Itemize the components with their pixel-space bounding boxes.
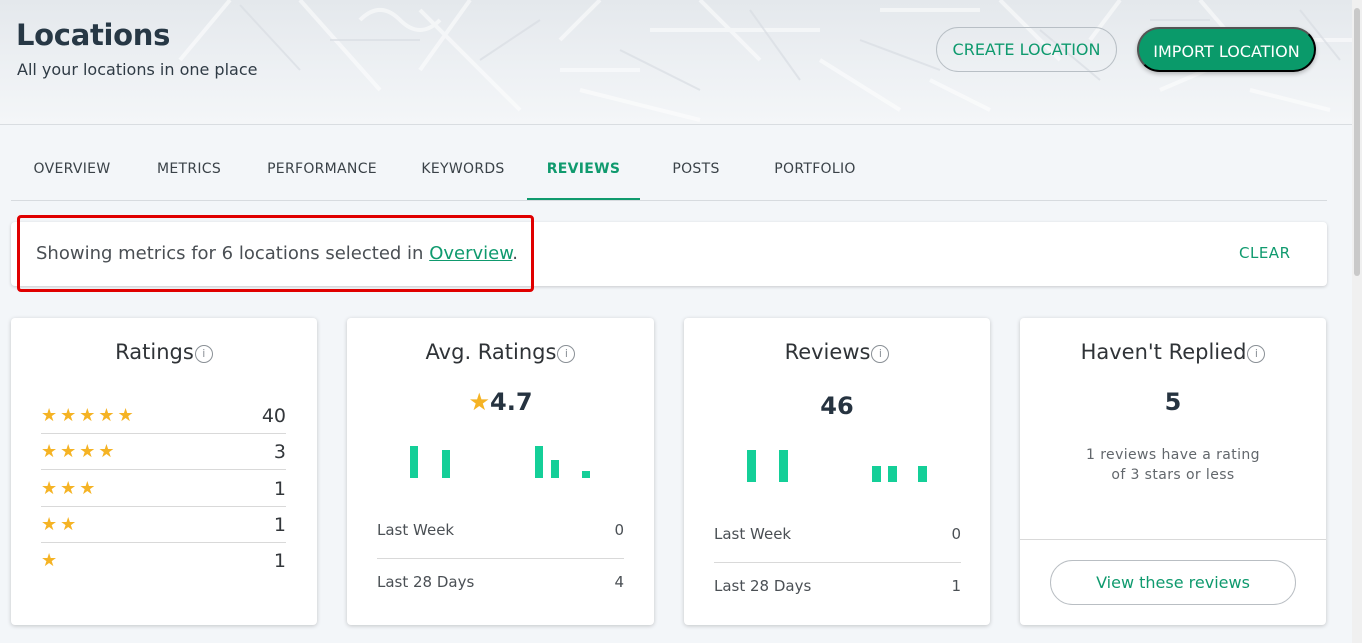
- last-28-days-value: 4: [614, 573, 624, 591]
- reviews-card: Reviews i 46 Last Week 0 Last 28 Days 1: [684, 318, 990, 625]
- highlight-box: [17, 215, 534, 292]
- havent-replied-card: Haven't Replied i 5 1 reviews have a rati…: [1020, 318, 1326, 625]
- info-icon[interactable]: i: [557, 345, 576, 363]
- tab-reviews[interactable]: REVIEWS: [527, 139, 640, 200]
- star-icon: ★★★★: [41, 441, 118, 462]
- star-icon: ★★★: [41, 478, 99, 499]
- reviews-title: Reviews i: [684, 340, 990, 364]
- rating-count: 1: [273, 550, 286, 572]
- sparkline-bar: [442, 450, 450, 478]
- avg-ratings-card: Avg. Ratings i ★4.7 Last Week 0 Last 28 D…: [347, 318, 654, 625]
- sparkline-bar: [918, 466, 927, 482]
- star-icon: ★★★★★: [41, 405, 137, 426]
- rating-row-1: ★ 1: [41, 543, 286, 579]
- scrollbar-thumb[interactable]: [1354, 8, 1360, 276]
- tab-portfolio[interactable]: PORTFOLIO: [752, 139, 878, 200]
- sparkline-bar: [582, 471, 590, 478]
- last-28-days-row: Last 28 Days 4: [377, 559, 624, 611]
- view-these-reviews-button[interactable]: View these reviews: [1050, 560, 1296, 605]
- card-divider: [1020, 539, 1326, 540]
- avg-ratings-title: Avg. Ratings i: [347, 340, 654, 364]
- reviews-value: 46: [820, 392, 854, 420]
- last-week-value: 0: [614, 521, 624, 539]
- star-icon: ★: [468, 388, 490, 416]
- rating-row-5: ★★★★★ 40: [41, 398, 286, 434]
- sparkline-bar: [872, 466, 881, 482]
- tab-posts[interactable]: POSTS: [640, 139, 752, 200]
- info-icon[interactable]: i: [194, 345, 213, 363]
- rating-row-3: ★★★ 1: [41, 471, 286, 507]
- sparkline-bar: [551, 460, 559, 478]
- last-week-row: Last Week 0: [714, 511, 961, 563]
- rating-count: 1: [273, 478, 286, 500]
- last-week-value: 0: [951, 525, 961, 543]
- sparkline-bar: [747, 450, 756, 482]
- tab-metrics[interactable]: METRICS: [133, 139, 245, 200]
- sparkline-bar: [779, 450, 788, 482]
- havent-replied-value: 5: [1164, 388, 1182, 416]
- ratings-title: Ratings i: [11, 340, 317, 364]
- last-28-days-label: Last 28 Days: [377, 573, 475, 591]
- last-28-days-value: 1: [951, 577, 961, 595]
- tab-keywords[interactable]: KEYWORDS: [399, 139, 527, 200]
- sparkline-bar: [410, 446, 418, 478]
- clear-button[interactable]: CLEAR: [1239, 244, 1291, 262]
- last-28-days-row: Last 28 Days 1: [714, 563, 961, 615]
- ratings-card: Ratings i ★★★★★ 40 ★★★★ 3 ★★★ 1 ★★ 1 ★ 1: [11, 318, 317, 625]
- rating-row-4: ★★★★ 3: [41, 434, 286, 470]
- avg-rating-value: ★4.7: [468, 388, 533, 416]
- info-icon[interactable]: i: [871, 345, 890, 363]
- sparkline-bar: [535, 446, 543, 478]
- last-week-row: Last Week 0: [377, 507, 624, 559]
- page-header: Locations All your locations in one plac…: [0, 0, 1352, 125]
- rating-row-2: ★★ 1: [41, 507, 286, 543]
- tab-performance[interactable]: PERFORMANCE: [245, 139, 399, 200]
- info-icon[interactable]: i: [1247, 345, 1266, 363]
- havent-replied-title: Haven't Replied i: [1020, 340, 1326, 364]
- rating-count: 1: [273, 514, 286, 536]
- rating-count: 3: [273, 441, 286, 463]
- import-location-button[interactable]: IMPORT LOCATION: [1137, 27, 1316, 72]
- tab-overview[interactable]: OVERVIEW: [11, 139, 133, 200]
- last-week-label: Last Week: [377, 521, 455, 539]
- star-icon: ★★: [41, 514, 80, 535]
- rating-count: 40: [261, 405, 286, 427]
- last-28-days-label: Last 28 Days: [714, 577, 812, 595]
- tab-bar: OVERVIEW METRICS PERFORMANCE KEYWORDS RE…: [11, 139, 1327, 201]
- page-subtitle: All your locations in one place: [17, 60, 258, 79]
- page-title: Locations: [16, 18, 171, 52]
- sparkline-bar: [888, 466, 897, 482]
- create-location-button[interactable]: CREATE LOCATION: [936, 27, 1117, 72]
- last-week-label: Last Week: [714, 525, 792, 543]
- star-icon: ★: [41, 550, 61, 571]
- low-rating-note: 1 reviews have a rating of 3 stars or le…: [1086, 447, 1260, 483]
